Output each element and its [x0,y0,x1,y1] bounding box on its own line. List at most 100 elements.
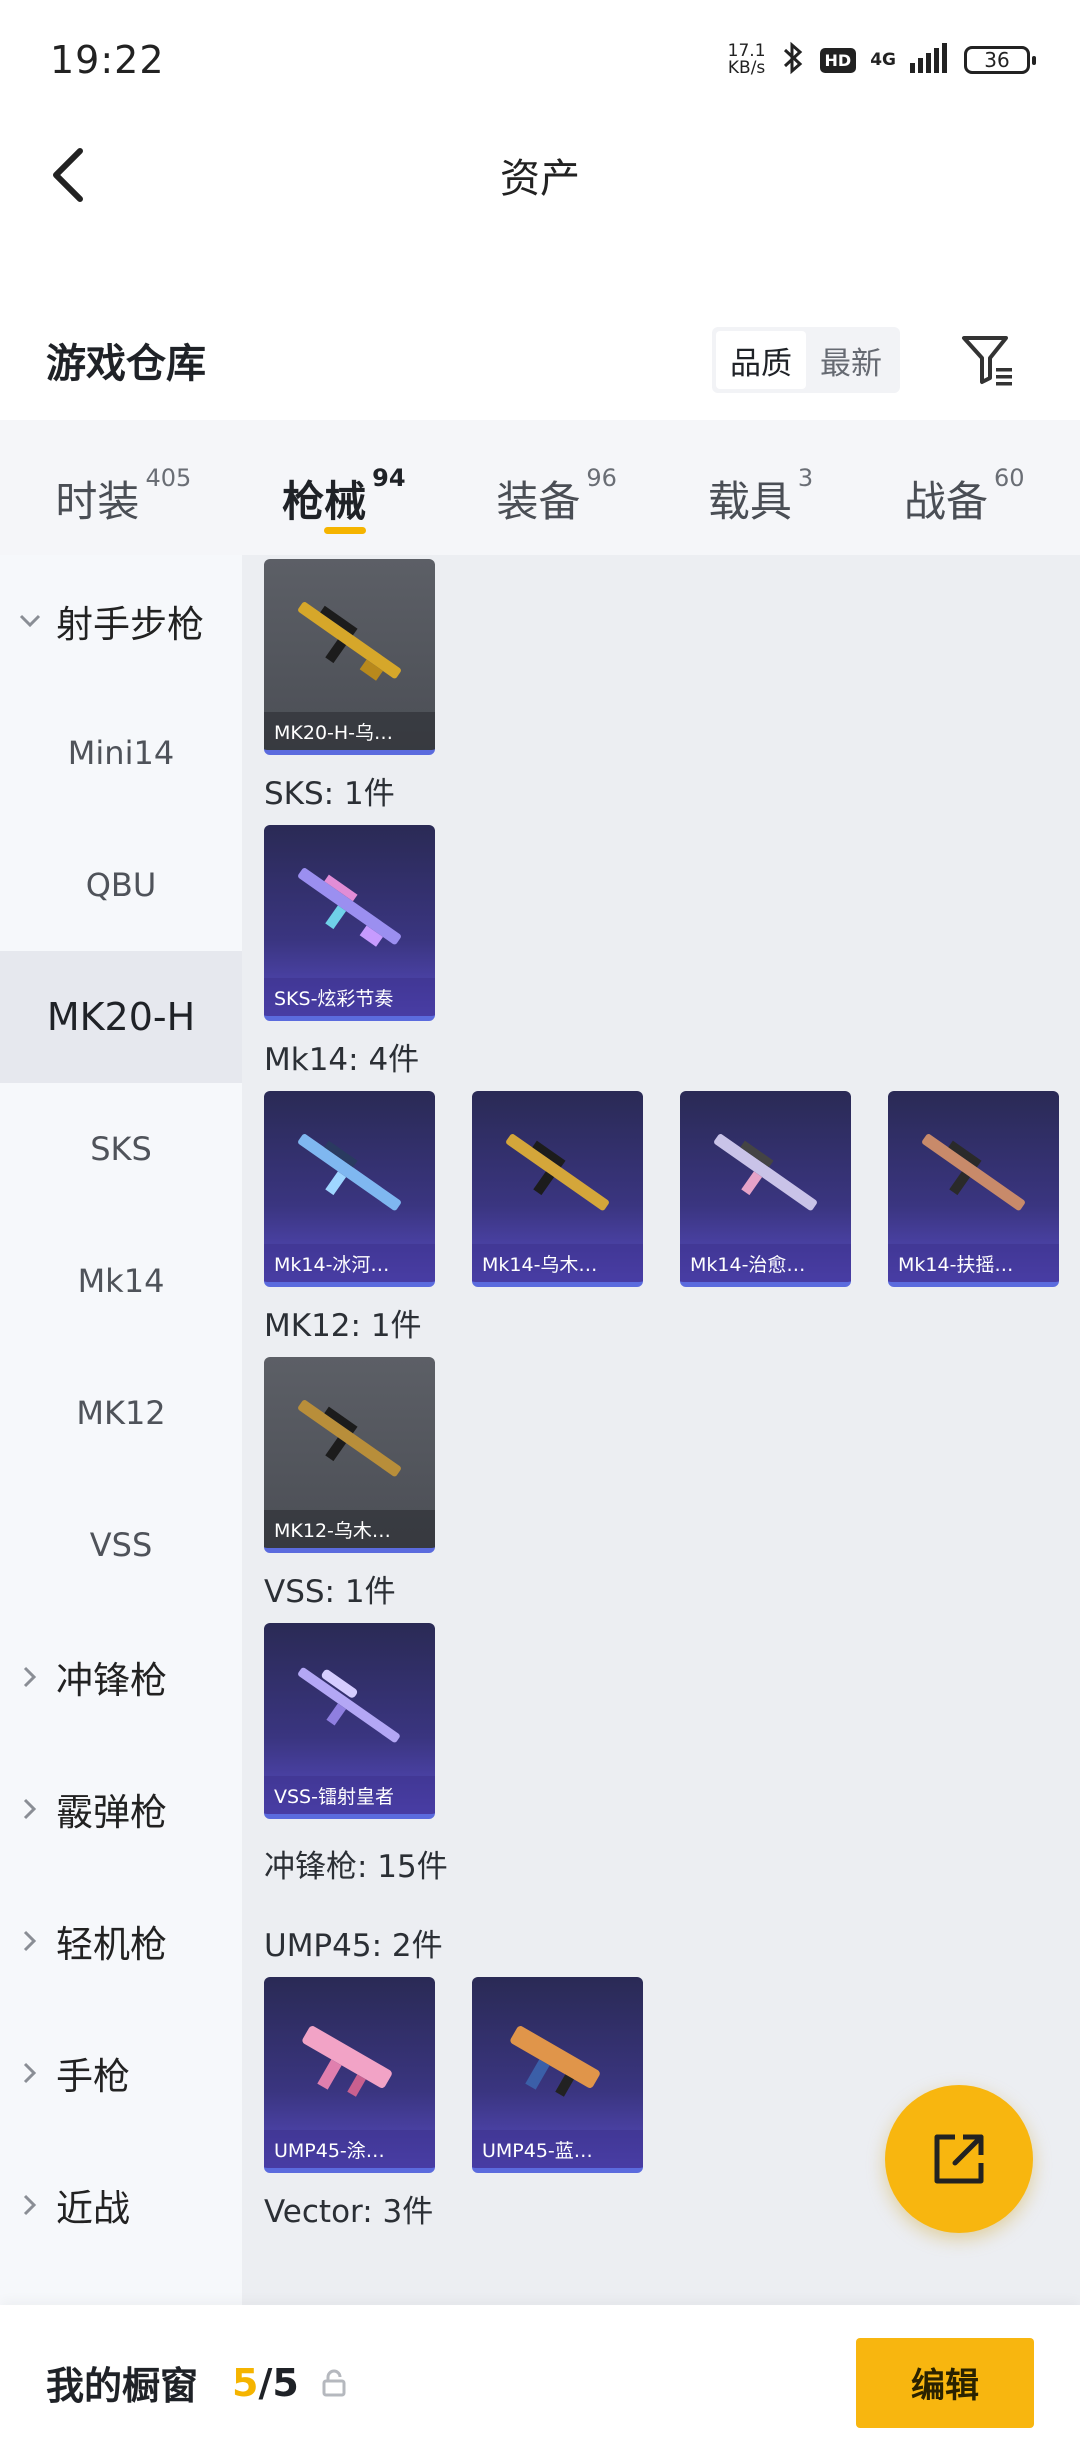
tab-count: 405 [145,463,192,492]
weapon-card-label: Mk14-扶摇… [888,1244,1059,1282]
weapon-card[interactable]: VSS-镭射皇者 [264,1623,435,1819]
tab-active-indicator [324,526,367,534]
weapon-card[interactable]: Mk14-冰河… [264,1091,435,1287]
section-label-mk12: MK12: 1件 [264,1307,422,1344]
share-button[interactable] [885,2085,1033,2233]
weapon-card[interactable]: SKS-炫彩节奏 [264,825,435,1021]
hd-badge: HD [819,47,857,73]
weapon-card-label: SKS-炫彩节奏 [264,978,435,1016]
warehouse-title: 游戏仓库 [46,341,206,387]
rifle-icon [506,1134,609,1211]
sidebar-group-dmr[interactable]: 射手步枪 [0,555,242,687]
tab-vehicles[interactable]: 载具 3 [708,448,813,528]
rifle-icon [298,602,401,681]
tab-equipment[interactable]: 装备 96 [496,448,617,528]
weapon-card-label: Mk14-乌木… [472,1244,643,1282]
sidebar-item-mk14[interactable]: Mk14 [0,1215,242,1347]
sidebar-group-label: 冲锋枪 [56,1659,167,1702]
tab-count: 94 [372,463,406,492]
tab-count: 3 [797,463,814,492]
weapon-card-label: MK20-H-乌… [264,712,435,750]
filter-icon [962,336,1012,386]
weapon-card[interactable]: MK20-H-乌… [264,559,435,755]
warehouse-row: 游戏仓库 品质 最新 [0,305,1080,415]
sidebar-item-qbu[interactable]: QBU [0,819,242,951]
weapon-card[interactable]: MK12-乌木… [264,1357,435,1553]
signal-icon [910,43,950,77]
showcase-count: 5/5 [232,2361,299,2405]
sort-newest[interactable]: 最新 [806,331,896,389]
sidebar-group-lmg[interactable]: 轻机枪 [0,1875,242,2007]
edit-button[interactable]: 编辑 [856,2337,1034,2428]
rifle-icon [298,1134,401,1211]
chevron-right-icon [18,1665,42,1689]
weapon-card-label: MK12-乌木… [264,1510,435,1548]
rifle-icon [298,868,401,947]
rifle-icon [298,1400,401,1477]
weapon-card-label: Mk14-冰河… [264,1244,435,1282]
filter-button[interactable] [952,324,1024,396]
smg-icon [510,2026,600,2097]
weapon-card[interactable]: UMP45-涂… [264,1977,435,2173]
weapon-card[interactable]: Mk14-扶摇… [888,1091,1059,1287]
tab-label: 载具 [707,476,792,526]
tab-label: 战备 [903,476,988,526]
status-bar: 19:22 17.1 KB/s HD 4G 36 [0,0,1080,120]
weapon-card[interactable]: Mk14-乌木… [472,1091,643,1287]
showcase-bar: 我的橱窗 5/5 编辑 [0,2305,1080,2460]
weapon-card-label: UMP45-涂… [264,2130,435,2168]
chevron-right-icon [18,1929,42,1953]
chevron-right-icon [18,2061,42,2085]
network-speed-unit: KB/s [727,58,766,78]
weapon-card[interactable]: UMP45-蓝… [472,1977,643,2173]
rifle-icon [298,1667,400,1743]
sidebar-item-mini14[interactable]: Mini14 [0,687,242,819]
chevron-left-icon [53,148,83,202]
sidebar-group-melee[interactable]: 近战 [0,2139,242,2271]
section-label-ump45: UMP45: 2件 [264,1927,443,1964]
weapon-sidebar: 射手步枪 Mini14 QBU MK20-H SKS Mk14 MK12 VSS… [0,555,242,2305]
category-tabs: 时装 405 枪械 94 装备 96 载具 3 战备 60 [0,420,1080,555]
sidebar-group-smg[interactable]: 冲锋枪 [0,1611,242,1743]
lock-icon [321,2368,349,2398]
mk14-cards: Mk14-冰河… Mk14-乌木… Mk14-治愈… Mk14-扶摇… [264,1091,1080,1287]
sidebar-group-label: 手枪 [56,2055,130,2098]
weapon-card-label: Mk14-治愈… [680,1244,851,1282]
chevron-right-icon [18,2193,42,2217]
app-header: 资产 [0,120,1080,230]
sidebar-item-vss[interactable]: VSS [0,1479,242,1611]
tab-label: 时装 [55,476,140,526]
section-label-mk14: Mk14: 4件 [264,1041,420,1078]
tab-fashion[interactable]: 时装 405 [55,448,191,528]
share-icon [934,2134,984,2184]
showcase-total: /5 [258,2360,299,2405]
mk12-cards: MK12-乌木… [264,1357,1080,1553]
tab-label: 枪械 [282,476,367,526]
tab-label: 装备 [496,476,581,526]
network-type: 4G [870,49,896,70]
smg-icon [302,2026,392,2097]
sidebar-group-pistol[interactable]: 手枪 [0,2007,242,2139]
chevron-right-icon [18,1797,42,1821]
sidebar-group-label: 射手步枪 [56,603,204,646]
back-button[interactable] [38,142,98,208]
sidebar-group-label: 轻机枪 [56,1923,167,1966]
rifle-icon [922,1134,1025,1211]
tab-count: 60 [993,463,1025,492]
vss-cards: VSS-镭射皇者 [264,1623,1080,1819]
sidebar-item-sks[interactable]: SKS [0,1083,242,1215]
showcase-label: 我的橱窗 [46,2364,199,2408]
section-label-smg: 冲锋枪: 15件 [264,1848,448,1885]
sidebar-group-label: 霰弹枪 [56,1791,167,1834]
tab-firearms[interactable]: 枪械 94 [282,448,406,534]
tab-supplies[interactable]: 战备 60 [904,448,1025,528]
weapon-card[interactable]: Mk14-治愈… [680,1091,851,1287]
sidebar-group-shotgun[interactable]: 霰弹枪 [0,1743,242,1875]
sidebar-item-mk20h[interactable]: MK20-H [0,951,242,1083]
status-time: 19:22 [50,38,165,82]
sidebar-item-mk12[interactable]: MK12 [0,1347,242,1479]
sks-cards: SKS-炫彩节奏 [264,825,1080,1021]
page-title: 资产 [500,156,580,202]
sort-quality[interactable]: 品质 [716,331,806,389]
mk20-cards: MK20-H-乌… [264,559,1080,755]
